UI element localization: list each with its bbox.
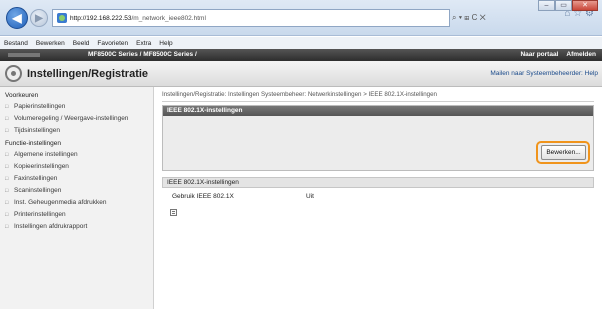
device-links: Naar portaal Afmelden	[520, 51, 596, 58]
gear-icon	[5, 65, 22, 82]
device-id-masked	[8, 53, 40, 57]
document-icon[interactable]	[170, 209, 177, 216]
breadcrumb: Instellingen/Registratie: Instellingen S…	[162, 91, 437, 98]
logout-link[interactable]: Afmelden	[566, 51, 596, 58]
browser-toolbar: ◀ ▶ http://192.168.222.53/m_network_ieee…	[0, 0, 602, 36]
sidebar-item-paper[interactable]: Papierinstellingen	[0, 103, 153, 111]
system-admin-link[interactable]: Mailen naar Systeembeheerder: Help	[490, 70, 598, 77]
sidebar-item-volume-display[interactable]: Volumeregeling / Weergave-instellingen	[0, 115, 153, 123]
menu-bar: Bestand Bewerken Beeld Favorieten Extra …	[0, 37, 602, 49]
sidebar-item-memory-media[interactable]: Inst. Geheugenmedia afdrukken	[0, 199, 153, 207]
portal-link[interactable]: Naar portaal	[520, 51, 558, 58]
menu-bestand[interactable]: Bestand	[4, 40, 28, 47]
sidebar-item-general[interactable]: Algemene instellingen	[0, 151, 153, 159]
sidebar-item-timer[interactable]: Tijdsinstellingen	[0, 127, 153, 135]
minimize-button[interactable]: –	[538, 0, 555, 11]
page-header: Instellingen/Registratie Mailen naar Sys…	[0, 61, 602, 87]
page-title: Instellingen/Registratie	[27, 68, 149, 80]
url-text: http://192.168.222.53/m_network_ieee802.…	[70, 14, 206, 22]
sidebar-item-report[interactable]: Instellingen afdrukrapport	[0, 223, 153, 231]
forward-arrow-icon[interactable]: ▶	[30, 9, 48, 27]
back-arrow-icon[interactable]: ◀	[6, 7, 28, 29]
sidebar-group-preferences: Voorkeuren	[5, 92, 39, 99]
menu-extra[interactable]: Extra	[136, 40, 151, 47]
device-bar: MF8500C Series / MF8500C Series / Naar p…	[0, 49, 602, 61]
edit-button[interactable]: Bewerken...	[541, 145, 586, 160]
close-window-button[interactable]: ✕	[572, 0, 598, 11]
address-bar[interactable]: http://192.168.222.53/m_network_ieee802.…	[52, 9, 450, 27]
divider	[162, 101, 594, 102]
menu-favorieten[interactable]: Favorieten	[97, 40, 128, 47]
section-header: IEEE 802.1X-instellingen	[162, 177, 594, 188]
sidebar-item-fax[interactable]: Faxinstellingen	[0, 175, 153, 183]
panel-title: IEEE 802.1X-instellingen	[163, 106, 593, 116]
menu-beeld[interactable]: Beeld	[73, 40, 90, 47]
device-name: MF8500C Series / MF8500C Series /	[88, 51, 197, 58]
sidebar: Voorkeuren Papierinstellingen Volumerege…	[0, 87, 154, 309]
setting-value: Uit	[306, 193, 314, 200]
setting-label: Gebruik IEEE 802.1X	[172, 193, 234, 200]
sidebar-group-functions: Functie-instellingen	[5, 140, 62, 147]
window-controls: – ▭ ✕	[538, 0, 598, 11]
sidebar-item-copy[interactable]: Kopieerinstellingen	[0, 163, 153, 171]
sidebar-item-printer[interactable]: Printerinstellingen	[0, 211, 153, 219]
page-favicon-icon	[57, 13, 67, 23]
menu-help[interactable]: Help	[159, 40, 172, 47]
maximize-button[interactable]: ▭	[555, 0, 572, 11]
address-tools[interactable]: ⌕ ▾ ⊞ C ✕	[452, 9, 486, 27]
sidebar-item-scan[interactable]: Scaninstellingen	[0, 187, 153, 195]
ieee-settings-panel: IEEE 802.1X-instellingen Bewerken...	[162, 105, 594, 171]
menu-bewerken[interactable]: Bewerken	[36, 40, 65, 47]
